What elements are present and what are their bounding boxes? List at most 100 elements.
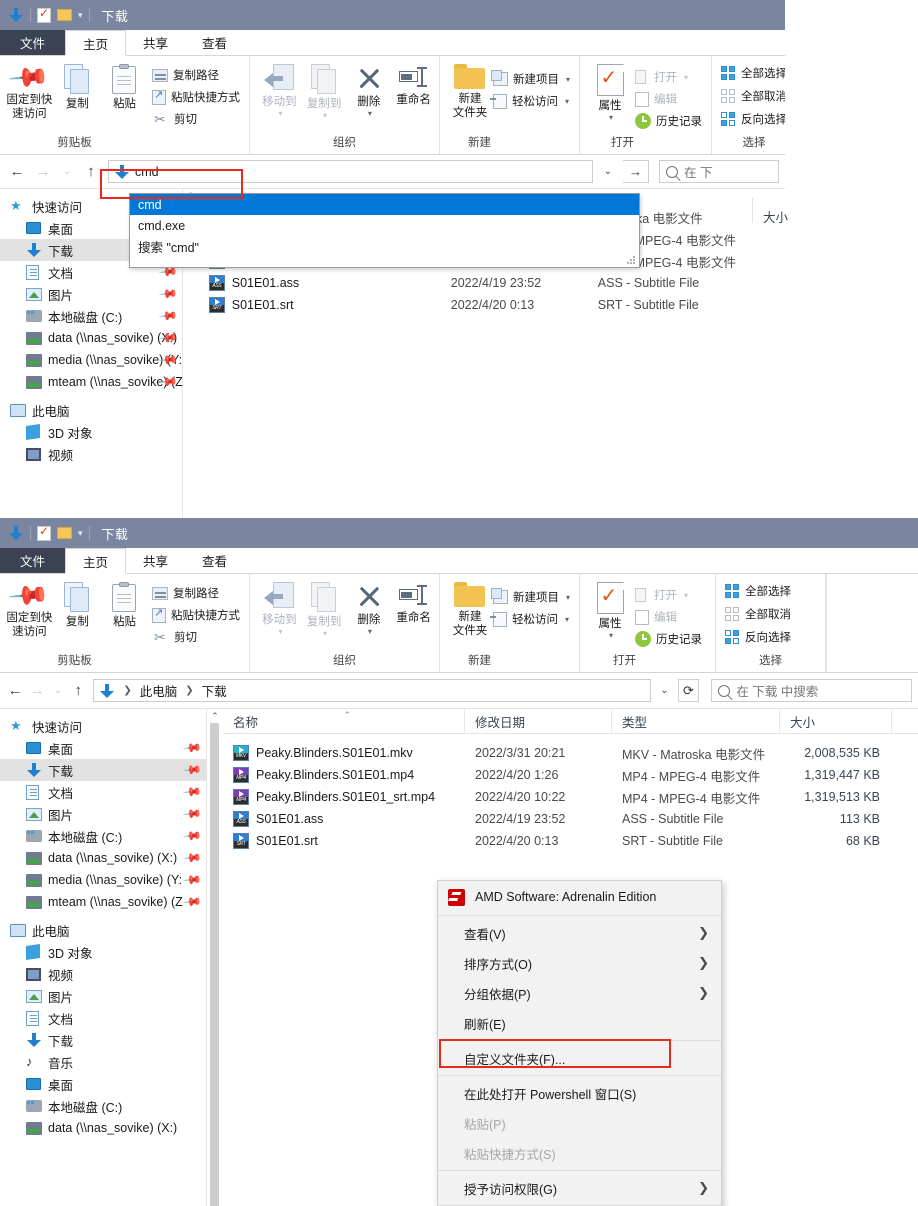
- tab-share[interactable]: 共享: [126, 30, 185, 55]
- nav-item-media-drive[interactable]: media (\\nas_sovike) (Y: 📌: [0, 349, 183, 371]
- context-menu-item-sort-by[interactable]: 排序方式(O) ❯: [438, 948, 721, 978]
- nav-item-pictures[interactable]: 图片 📌: [0, 283, 183, 305]
- column-header-size[interactable]: 大小: [780, 708, 892, 734]
- history-button[interactable]: 历史记录: [632, 630, 705, 648]
- folder-icon[interactable]: [57, 527, 72, 539]
- properties-button[interactable]: ✓ 属性 ▾: [590, 60, 630, 123]
- pin-icon[interactable]: 📌: [182, 892, 202, 912]
- address-dropdown-button[interactable]: ⌄: [655, 680, 673, 701]
- properties-icon[interactable]: [37, 524, 51, 541]
- up-button[interactable]: ↑: [69, 680, 87, 702]
- column-header-size-top[interactable]: 大小: [763, 207, 788, 226]
- pin-icon[interactable]: 📌: [182, 804, 202, 824]
- nav-item-data-drive[interactable]: data (\\nas_sovike) (X:) 📌: [0, 847, 207, 869]
- nav-item-videos[interactable]: 视频: [0, 963, 207, 985]
- edit-button[interactable]: 编辑: [632, 90, 705, 108]
- nav-item-media-drive[interactable]: media (\\nas_sovike) (Y: 📌: [0, 869, 207, 891]
- context-menu-item-grant-access[interactable]: 授予访问权限(G) ❯: [438, 1173, 721, 1203]
- nav-item-desktop[interactable]: 桌面 📌: [0, 737, 207, 759]
- autocomplete-item[interactable]: cmd: [130, 194, 639, 215]
- tab-file[interactable]: 文件: [0, 548, 66, 573]
- chevron-down-icon[interactable]: ▾: [78, 528, 83, 539]
- nav-item-local-disk-c-pc[interactable]: 本地磁盘 (C:): [0, 1095, 207, 1117]
- breadcrumb[interactable]: ❯ 此电脑 ❯ 下载: [93, 679, 652, 702]
- list-scrollbar-bottom[interactable]: ⌃: [207, 709, 223, 1206]
- new-item-button[interactable]: 新建项目 ▾: [490, 70, 573, 88]
- context-menu-item-group-by[interactable]: 分组依据(P) ❯: [438, 978, 721, 1008]
- nav-item-documents-pc[interactable]: 文档: [0, 1007, 207, 1029]
- address-dropdown-button[interactable]: ⌄: [597, 161, 619, 182]
- address-autocomplete-dropdown[interactable]: cmd cmd.exe 搜索 "cmd": [129, 193, 640, 268]
- paste-shortcut-button[interactable]: 粘贴快捷方式: [149, 88, 243, 106]
- copy-path-button[interactable]: 复制路径: [149, 584, 243, 602]
- nav-item-local-disk-c[interactable]: 本地磁盘 (C:) 📌: [0, 305, 183, 327]
- tab-view[interactable]: 查看: [185, 30, 244, 55]
- nav-this-pc[interactable]: 此电脑: [0, 399, 183, 421]
- nav-item-desktop-pc[interactable]: 桌面: [0, 1073, 207, 1095]
- paste-button[interactable]: 粘贴: [102, 578, 147, 629]
- tab-home[interactable]: 主页: [65, 548, 127, 574]
- copy-path-button[interactable]: 复制路径: [149, 66, 243, 84]
- nav-item-downloads[interactable]: 下载 📌: [0, 759, 207, 781]
- nav-item-pictures-pc[interactable]: 图片: [0, 985, 207, 1007]
- context-menu-item-refresh[interactable]: 刷新(E): [438, 1008, 721, 1038]
- cut-button[interactable]: ✂ 剪切: [151, 628, 243, 646]
- address-input[interactable]: cmd: [108, 160, 593, 183]
- tab-home[interactable]: 主页: [65, 30, 127, 56]
- table-row[interactable]: MP4 Peaky.Blinders.S01E01_srt.mp4 2022/4…: [223, 786, 918, 808]
- select-none-button[interactable]: 全部取消: [718, 87, 785, 105]
- properties-button[interactable]: ✓ 属性 ▾: [590, 578, 630, 641]
- invert-selection-button[interactable]: 反向选择: [722, 628, 794, 646]
- history-button[interactable]: 历史记录: [632, 112, 705, 130]
- paste-button[interactable]: 粘贴: [102, 60, 147, 111]
- new-folder-button[interactable]: 新建 文件夹: [452, 60, 488, 121]
- nav-item-mteam-drive[interactable]: mteam (\\nas_sovike) (Z 📌: [0, 371, 183, 393]
- cut-button[interactable]: ✂ 剪切: [151, 110, 243, 128]
- context-menu-item-customize-folder[interactable]: 自定义文件夹(F)...: [438, 1043, 721, 1073]
- nav-item-mteam-drive[interactable]: mteam (\\nas_sovike) (Z 📌: [0, 891, 207, 913]
- pin-to-quick-access-button[interactable]: 📌 固定到快 速访问: [6, 55, 53, 122]
- invert-selection-button[interactable]: 反向选择: [718, 110, 785, 128]
- nav-item-3d-objects[interactable]: 3D 对象: [0, 941, 207, 963]
- select-none-button[interactable]: 全部取消: [722, 605, 794, 623]
- select-all-button[interactable]: 全部选择: [722, 582, 794, 600]
- nav-this-pc[interactable]: 此电脑: [0, 919, 207, 941]
- move-to-button[interactable]: 移动到 ▾: [260, 60, 299, 119]
- table-row[interactable]: ASS S01E01.ass 2022/4/19 23:52 ASS - Sub…: [183, 272, 785, 294]
- rename-button[interactable]: 重命名: [394, 60, 433, 107]
- table-row[interactable]: MP4 Peaky.Blinders.S01E01.mp4 2022/4/20 …: [223, 764, 918, 786]
- table-row[interactable]: ASS S01E01.ass 2022/4/19 23:52 ASS - Sub…: [223, 808, 918, 830]
- pin-icon[interactable]: 📌: [158, 284, 178, 304]
- table-row[interactable]: SRT S01E01.srt 2022/4/20 0:13 SRT - Subt…: [223, 830, 918, 852]
- back-button[interactable]: ←: [6, 161, 28, 183]
- pin-icon[interactable]: 📌: [158, 306, 178, 326]
- nav-item-videos[interactable]: 视频: [0, 443, 183, 465]
- pin-icon[interactable]: 📌: [182, 760, 202, 780]
- context-menu-item-open-powershell[interactable]: 在此处打开 Powershell 窗口(S): [438, 1078, 721, 1108]
- column-header-date[interactable]: 修改日期: [465, 708, 612, 734]
- autocomplete-item[interactable]: cmd.exe: [130, 215, 639, 236]
- breadcrumb-downloads[interactable]: 下载: [202, 681, 227, 700]
- folder-icon[interactable]: [57, 9, 72, 21]
- forward-button[interactable]: →: [28, 680, 46, 702]
- tab-file[interactable]: 文件: [0, 30, 66, 55]
- scroll-up-icon[interactable]: ⌃: [207, 709, 223, 723]
- delete-button[interactable]: 删除 ▾: [350, 60, 389, 119]
- table-row[interactable]: SRT S01E01.srt 2022/4/20 0:13 SRT - Subt…: [183, 294, 785, 316]
- breadcrumb-this-pc[interactable]: 此电脑: [140, 681, 178, 700]
- properties-icon[interactable]: [37, 6, 51, 23]
- nav-quick-access[interactable]: ★ 快速访问: [0, 715, 207, 737]
- copy-button[interactable]: 复制: [55, 60, 100, 111]
- edit-button[interactable]: 编辑: [632, 608, 705, 626]
- autocomplete-item[interactable]: 搜索 "cmd": [130, 236, 639, 257]
- easy-access-button[interactable]: 轻松访问 ▾: [489, 610, 573, 628]
- copy-to-button[interactable]: 复制到 ▾: [305, 60, 344, 121]
- search-input[interactable]: 在 下: [659, 160, 779, 183]
- nav-item-3d-objects[interactable]: 3D 对象: [0, 421, 183, 443]
- rename-button[interactable]: 重命名: [394, 578, 433, 625]
- tab-share[interactable]: 共享: [126, 548, 185, 573]
- chevron-down-icon[interactable]: ▾: [78, 10, 83, 21]
- refresh-button[interactable]: ⟳: [677, 679, 700, 702]
- paste-shortcut-button[interactable]: 粘贴快捷方式: [149, 606, 243, 624]
- recent-locations-button[interactable]: ⌄: [58, 161, 76, 183]
